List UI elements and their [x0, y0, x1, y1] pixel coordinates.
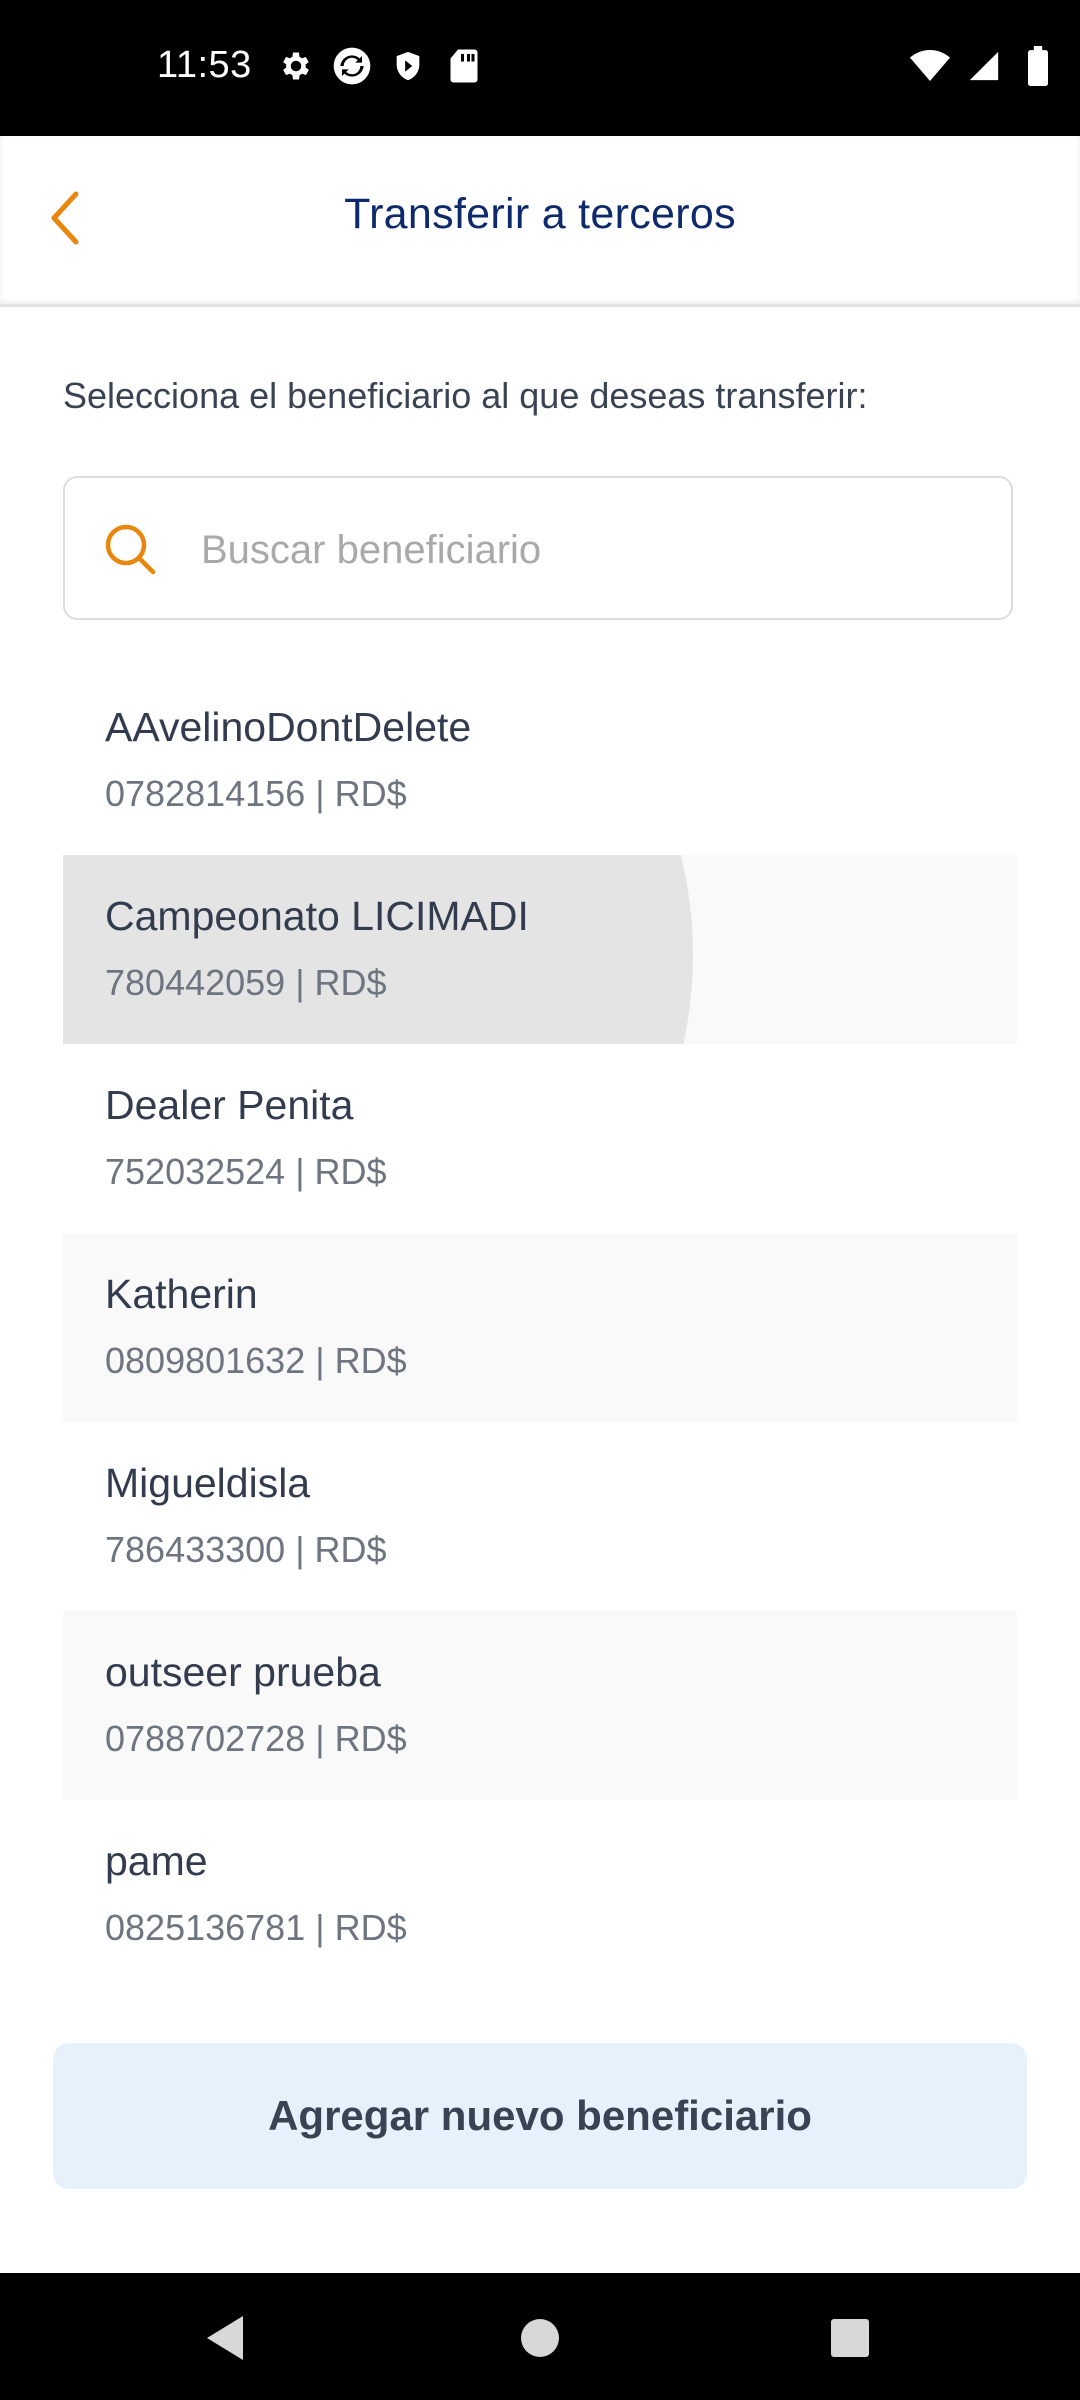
- beneficiary-row[interactable]: Migueldisla 786433300 | RD$: [63, 1422, 1017, 1611]
- search-box[interactable]: [63, 476, 1013, 620]
- beneficiary-row[interactable]: AAvelinoDontDelete 0782814156 | RD$: [63, 666, 1017, 855]
- beneficiary-account: 0782814156 | RD$: [105, 773, 407, 814]
- beneficiary-account: 0788702728 | RD$: [105, 1718, 407, 1759]
- shield-icon: [388, 46, 428, 86]
- wifi-icon: [910, 46, 950, 86]
- beneficiary-row[interactable]: Katherin 0809801632 | RD$: [63, 1233, 1017, 1422]
- touch-ripple: [63, 855, 693, 1044]
- beneficiary-name: pame: [105, 1838, 208, 1884]
- beneficiary-name: AAvelinoDontDelete: [105, 704, 472, 750]
- search-icon: [101, 520, 161, 580]
- app-header: Transferir a terceros: [0, 136, 1080, 307]
- beneficiary-name: Katherin: [105, 1271, 258, 1317]
- home-icon[interactable]: [505, 2303, 575, 2373]
- system-nav-bar: [0, 2273, 1080, 2400]
- back-icon[interactable]: [190, 2303, 260, 2373]
- beneficiary-row[interactable]: Dealer Penita 752032524 | RD$: [63, 1044, 1017, 1233]
- sync-icon: [332, 46, 372, 86]
- beneficiary-row[interactable]: pame 0825136781 | RD$: [63, 1800, 1017, 1989]
- beneficiary-row[interactable]: outseer prueba 0788702728 | RD$: [63, 1611, 1017, 1800]
- beneficiary-name: Migueldisla: [105, 1460, 311, 1506]
- beneficiary-list: AAvelinoDontDelete 0782814156 | RD$ Camp…: [63, 666, 1017, 1989]
- beneficiary-account: 786433300 | RD$: [105, 1529, 387, 1570]
- status-time: 11:53: [157, 44, 252, 86]
- beneficiary-account: 0809801632 | RD$: [105, 1340, 407, 1381]
- status-bar: 11:53: [0, 0, 1080, 136]
- beneficiary-row[interactable]: Campeonato LICIMADI 780442059 | RD$: [63, 855, 1017, 1044]
- add-beneficiary-button[interactable]: Agregar nuevo beneficiario: [53, 2043, 1027, 2189]
- beneficiary-name: Dealer Penita: [105, 1082, 354, 1128]
- sd-card-icon: [444, 46, 484, 86]
- recents-icon[interactable]: [815, 2303, 885, 2373]
- instruction-text: Selecciona el beneficiario al que deseas…: [63, 375, 868, 416]
- page-title: Transferir a terceros: [344, 190, 736, 238]
- beneficiary-name: outseer prueba: [105, 1649, 381, 1695]
- settings-icon: [276, 46, 316, 86]
- battery-icon: [1018, 46, 1058, 86]
- signal-icon: [964, 46, 1004, 86]
- beneficiary-account: 780442059 | RD$: [105, 962, 387, 1003]
- beneficiary-account: 0825136781 | RD$: [105, 1907, 407, 1948]
- search-input[interactable]: [199, 508, 983, 592]
- beneficiary-name: Campeonato LICIMADI: [105, 893, 529, 939]
- beneficiary-account: 752032524 | RD$: [105, 1151, 387, 1192]
